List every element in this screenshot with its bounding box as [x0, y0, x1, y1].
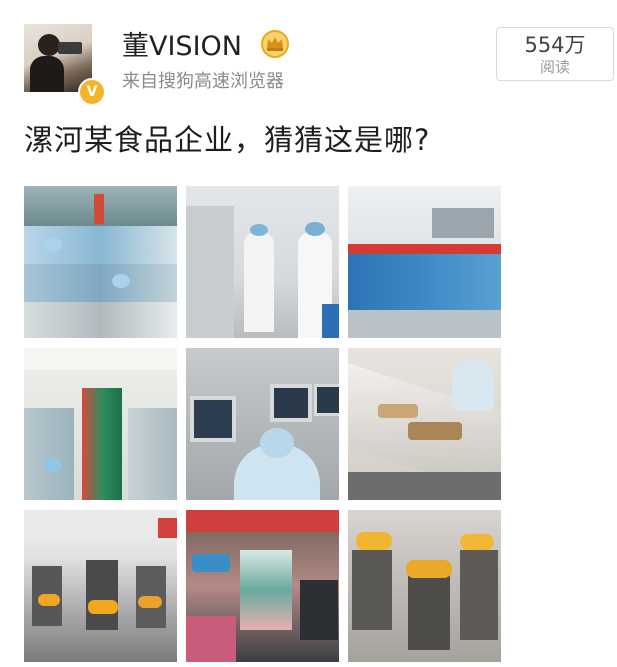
photo-food-conveyor[interactable] — [348, 348, 501, 500]
photo-lab-workers[interactable] — [186, 186, 339, 338]
avatar-body — [30, 56, 64, 92]
read-count-box: 554万 阅读 — [496, 27, 614, 81]
camera-icon — [58, 42, 82, 54]
weibo-post: V 董VISION 来自搜狗高速浏览器 554万 阅读 漯河某食品企业，猜猜这是… — [0, 0, 617, 667]
avatar[interactable]: V — [24, 24, 106, 106]
photo-weighing-machines[interactable] — [348, 510, 501, 662]
post-source: 来自搜狗高速浏览器 — [122, 71, 284, 92]
avatar-head — [38, 34, 60, 56]
photo-grid — [24, 186, 501, 664]
crown-icon[interactable] — [260, 30, 290, 58]
photo-control-panels[interactable] — [186, 348, 339, 500]
read-count: 554万 — [524, 33, 586, 57]
photo-colorful-machinery[interactable] — [186, 510, 339, 662]
photo-conveyor-line[interactable] — [24, 348, 177, 500]
post-text: 漯河某食品企业，猜猜这是哪? — [24, 123, 431, 157]
read-label: 阅读 — [539, 58, 570, 76]
username[interactable]: 董VISION — [122, 30, 242, 64]
verified-badge-icon: V — [78, 78, 106, 106]
photo-packing-machines[interactable] — [24, 510, 177, 662]
photo-production-hall[interactable] — [348, 186, 501, 338]
photo-factory-collage[interactable] — [24, 186, 177, 338]
